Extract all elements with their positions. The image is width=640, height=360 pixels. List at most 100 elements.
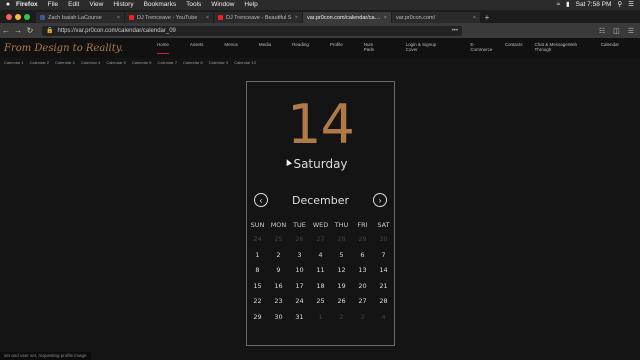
- tab-1[interactable]: Zach Isaiah LaCourse ×: [36, 12, 124, 23]
- subnav-calendar-2[interactable]: Calendar 2: [30, 60, 50, 65]
- calendar-day[interactable]: 14: [373, 263, 394, 279]
- nav-calendar[interactable]: Calendar: [601, 42, 619, 54]
- calendar-day[interactable]: 20: [352, 279, 373, 295]
- calendar-day[interactable]: 4: [310, 248, 331, 264]
- calendar-day[interactable]: 22: [247, 294, 268, 310]
- menu-history[interactable]: History: [113, 0, 133, 10]
- calendar-day[interactable]: 23: [268, 294, 289, 310]
- calendar-day[interactable]: 28: [373, 294, 394, 310]
- subnav-calendar-8[interactable]: Calendar 8: [183, 60, 203, 65]
- calendar-day-outside-month[interactable]: 2: [331, 310, 352, 326]
- subnav-calendar-1[interactable]: Calendar 1: [4, 60, 24, 65]
- menu-view[interactable]: View: [89, 0, 103, 10]
- calendar-day[interactable]: 3: [289, 248, 310, 264]
- minimize-window-icon[interactable]: [15, 13, 21, 20]
- nav-chat[interactable]: Chat & MessageWeb Through: [535, 42, 595, 54]
- menu-tools[interactable]: Tools: [186, 0, 201, 10]
- tab-2[interactable]: DJ Trenceave - YouTube ×: [125, 12, 213, 23]
- subnav-calendar-9[interactable]: Calendar 9: [209, 60, 229, 65]
- subnav-calendar-10[interactable]: Calendar 10: [234, 60, 256, 65]
- calendar-day-outside-month[interactable]: 24: [247, 232, 268, 248]
- search-icon[interactable]: ⚲: [617, 0, 622, 10]
- menu-edit[interactable]: Edit: [68, 0, 79, 10]
- menu-help[interactable]: Help: [244, 0, 257, 10]
- menu-bookmarks[interactable]: Bookmarks: [144, 0, 177, 10]
- close-tab-icon[interactable]: ×: [206, 15, 209, 21]
- reload-icon[interactable]: ↻: [24, 26, 36, 35]
- subnav-calendar-5[interactable]: Calendar 5: [106, 60, 126, 65]
- nav-login-signup[interactable]: Login & Signup Cover: [406, 42, 450, 54]
- clock[interactable]: Sat 7:58 PM: [576, 0, 612, 10]
- nav-home[interactable]: Home: [156, 42, 169, 54]
- close-tab-icon[interactable]: ×: [295, 15, 298, 21]
- calendar-day-outside-month[interactable]: 25: [268, 232, 289, 248]
- menu-window[interactable]: Window: [211, 0, 234, 10]
- close-tab-icon[interactable]: ×: [384, 15, 387, 21]
- close-tab-icon[interactable]: ×: [473, 15, 476, 21]
- close-tab-icon[interactable]: ×: [117, 15, 120, 21]
- close-window-icon[interactable]: [6, 13, 12, 20]
- calendar-day[interactable]: 2: [268, 248, 289, 264]
- nav-reading[interactable]: Reading: [292, 42, 309, 54]
- calendar-day-outside-month[interactable]: 4: [373, 310, 394, 326]
- hamburger-menu-icon[interactable]: ☰: [628, 27, 634, 35]
- calendar-day-outside-month[interactable]: 30: [373, 232, 394, 248]
- site-logo[interactable]: From Design to Reality.: [4, 43, 154, 54]
- subnav-calendar-7[interactable]: Calendar 7: [157, 60, 177, 65]
- calendar-day[interactable]: 25: [310, 294, 331, 310]
- calendar-day[interactable]: 7: [373, 248, 394, 264]
- calendar-day[interactable]: 9: [268, 263, 289, 279]
- calendar-day-outside-month[interactable]: 27: [310, 232, 331, 248]
- menu-file[interactable]: File: [48, 0, 58, 10]
- calendar-day[interactable]: 17: [289, 279, 310, 295]
- calendar-day[interactable]: 8: [247, 263, 268, 279]
- app-menu[interactable]: Firefox: [16, 0, 38, 10]
- tab-4[interactable]: var.pr0con.com/calendar/calend ×: [303, 12, 391, 23]
- calendar-day[interactable]: 29: [247, 310, 268, 326]
- calendar-day-outside-month[interactable]: 26: [289, 232, 310, 248]
- new-tab-button[interactable]: +: [481, 12, 493, 23]
- calendar-day[interactable]: 30: [268, 310, 289, 326]
- page-actions-icon[interactable]: •••: [452, 28, 458, 34]
- calendar-day[interactable]: 6: [352, 248, 373, 264]
- tab-5[interactable]: var.pr0con.com/ ×: [392, 12, 480, 23]
- prev-month-button[interactable]: ‹: [254, 193, 268, 207]
- subnav-calendar-3[interactable]: Calendar 3: [55, 60, 75, 65]
- calendar-day-outside-month[interactable]: 1: [310, 310, 331, 326]
- url-bar[interactable]: 🔒 https://var.pr0con.com/calendar/calend…: [42, 25, 462, 36]
- calendar-day[interactable]: 12: [331, 263, 352, 279]
- nav-contacts[interactable]: Contacts: [505, 42, 523, 54]
- calendar-day-outside-month[interactable]: 29: [352, 232, 373, 248]
- apple-icon[interactable]: ●: [0, 0, 16, 10]
- nav-ecommerce[interactable]: E-Commerce: [470, 42, 496, 54]
- battery-icon[interactable]: ▮: [566, 0, 570, 10]
- forward-icon[interactable]: →: [12, 26, 24, 35]
- calendar-day[interactable]: 5: [331, 248, 352, 264]
- calendar-day[interactable]: 16: [268, 279, 289, 295]
- nav-profile[interactable]: Profile: [330, 42, 343, 54]
- calendar-day[interactable]: 26: [331, 294, 352, 310]
- nav-num-pads[interactable]: Num Pads: [364, 42, 385, 54]
- calendar-day[interactable]: 10: [289, 263, 310, 279]
- zoom-window-icon[interactable]: [24, 13, 30, 20]
- nav-media[interactable]: Media: [259, 42, 271, 54]
- url-text[interactable]: https://var.pr0con.com/calendar/calendar…: [57, 28, 175, 34]
- back-icon[interactable]: ←: [0, 26, 12, 35]
- calendar-day[interactable]: 18: [310, 279, 331, 295]
- calendar-day[interactable]: 31: [289, 310, 310, 326]
- nav-menus[interactable]: Menus: [224, 42, 238, 54]
- calendar-day-outside-month[interactable]: 3: [352, 310, 373, 326]
- calendar-day[interactable]: 13: [352, 263, 373, 279]
- subnav-calendar-6[interactable]: Calendar 6: [132, 60, 152, 65]
- tab-3[interactable]: DJ Trenceave - Beautiful S ×: [214, 12, 302, 23]
- calendar-day-outside-month[interactable]: 28: [331, 232, 352, 248]
- library-icon[interactable]: ☷: [599, 27, 605, 35]
- calendar-day[interactable]: 21: [373, 279, 394, 295]
- next-month-button[interactable]: ›: [373, 193, 387, 207]
- sidebar-icon[interactable]: ◫: [613, 27, 620, 35]
- calendar-day[interactable]: 19: [331, 279, 352, 295]
- calendar-day[interactable]: 27: [352, 294, 373, 310]
- subnav-calendar-4[interactable]: Calendar 4: [81, 60, 101, 65]
- calendar-day[interactable]: 15: [247, 279, 268, 295]
- wifi-icon[interactable]: ≈: [556, 0, 560, 10]
